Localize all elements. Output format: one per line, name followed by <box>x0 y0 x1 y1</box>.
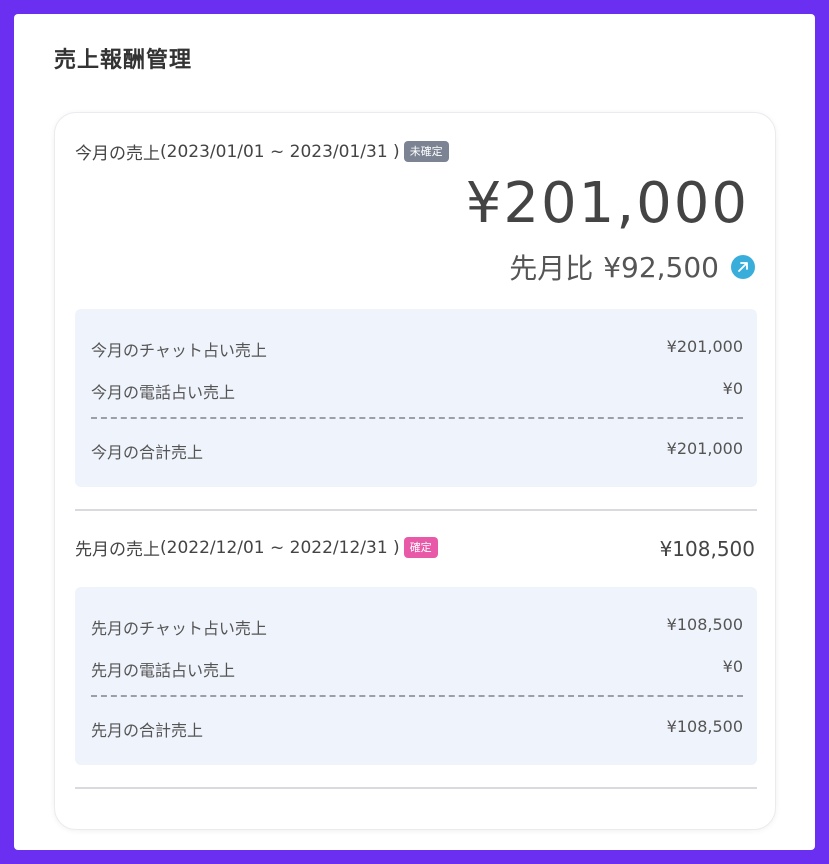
current-month-period: (2023/01/01 ~ 2023/01/31 ) <box>160 141 400 162</box>
sales-card: 今月の売上 (2023/01/01 ~ 2023/01/31 ) 未確定 ¥20… <box>54 112 776 830</box>
previous-month-period: (2022/12/01 ~ 2022/12/31 ) <box>160 537 400 558</box>
row-label: 先月の電話占い売上 <box>91 661 236 680</box>
status-badge-pending: 未確定 <box>403 140 449 163</box>
status-badge-confirmed: 確定 <box>403 536 438 559</box>
row-label: 先月の合計売上 <box>91 721 204 740</box>
previous-month-label: 先月の売上 <box>75 540 160 560</box>
dashed-divider <box>91 695 743 697</box>
previous-month-heading: 先月の売上 (2022/12/01 ~ 2022/12/31 ) 確定 <box>75 535 438 560</box>
breakdown-total-row: 先月の合計売上 ¥108,500 <box>91 717 743 741</box>
row-value: ¥0 <box>722 379 743 398</box>
compare-amount: ¥92,500 <box>603 250 719 284</box>
page-title: 売上報酬管理 <box>54 48 193 73</box>
current-month-breakdown: 今月のチャット占い売上 ¥201,000 今月の電話占い売上 ¥0 今月の合計売… <box>75 309 757 487</box>
row-label: 先月のチャット占い売上 <box>91 619 267 638</box>
current-month-label: 今月の売上 <box>75 144 160 164</box>
row-value: ¥201,000 <box>666 337 743 356</box>
row-label: 今月の合計売上 <box>91 443 204 462</box>
breakdown-total-row: 今月の合計売上 ¥201,000 <box>91 439 743 463</box>
row-label: 今月のチャット占い売上 <box>91 341 267 360</box>
dashed-divider <box>91 417 743 419</box>
row-value: ¥0 <box>722 657 743 676</box>
arrow-up-right-icon <box>731 255 755 279</box>
row-value: ¥108,500 <box>666 717 743 736</box>
compare-label: 先月比 <box>509 252 594 285</box>
breakdown-row: 先月のチャット占い売上 ¥108,500 <box>91 615 743 639</box>
row-value: ¥108,500 <box>666 615 743 634</box>
breakdown-row: 先月の電話占い売上 ¥0 <box>91 657 743 681</box>
current-month-heading: 今月の売上 (2023/01/01 ~ 2023/01/31 ) 未確定 <box>75 139 449 164</box>
month-over-month: 先月比 ¥92,500 <box>509 247 755 287</box>
app-frame: 売上報酬管理 今月の売上 (2023/01/01 ~ 2023/01/31 ) … <box>14 14 815 850</box>
section-divider <box>75 787 757 789</box>
previous-month-total: ¥108,500 <box>659 537 755 561</box>
breakdown-row: 今月のチャット占い売上 ¥201,000 <box>91 337 743 361</box>
row-value: ¥201,000 <box>666 439 743 458</box>
row-label: 今月の電話占い売上 <box>91 383 236 402</box>
breakdown-row: 今月の電話占い売上 ¥0 <box>91 379 743 403</box>
current-month-total: ¥201,000 <box>465 171 749 236</box>
section-divider <box>75 509 757 511</box>
previous-month-breakdown: 先月のチャット占い売上 ¥108,500 先月の電話占い売上 ¥0 先月の合計売… <box>75 587 757 765</box>
